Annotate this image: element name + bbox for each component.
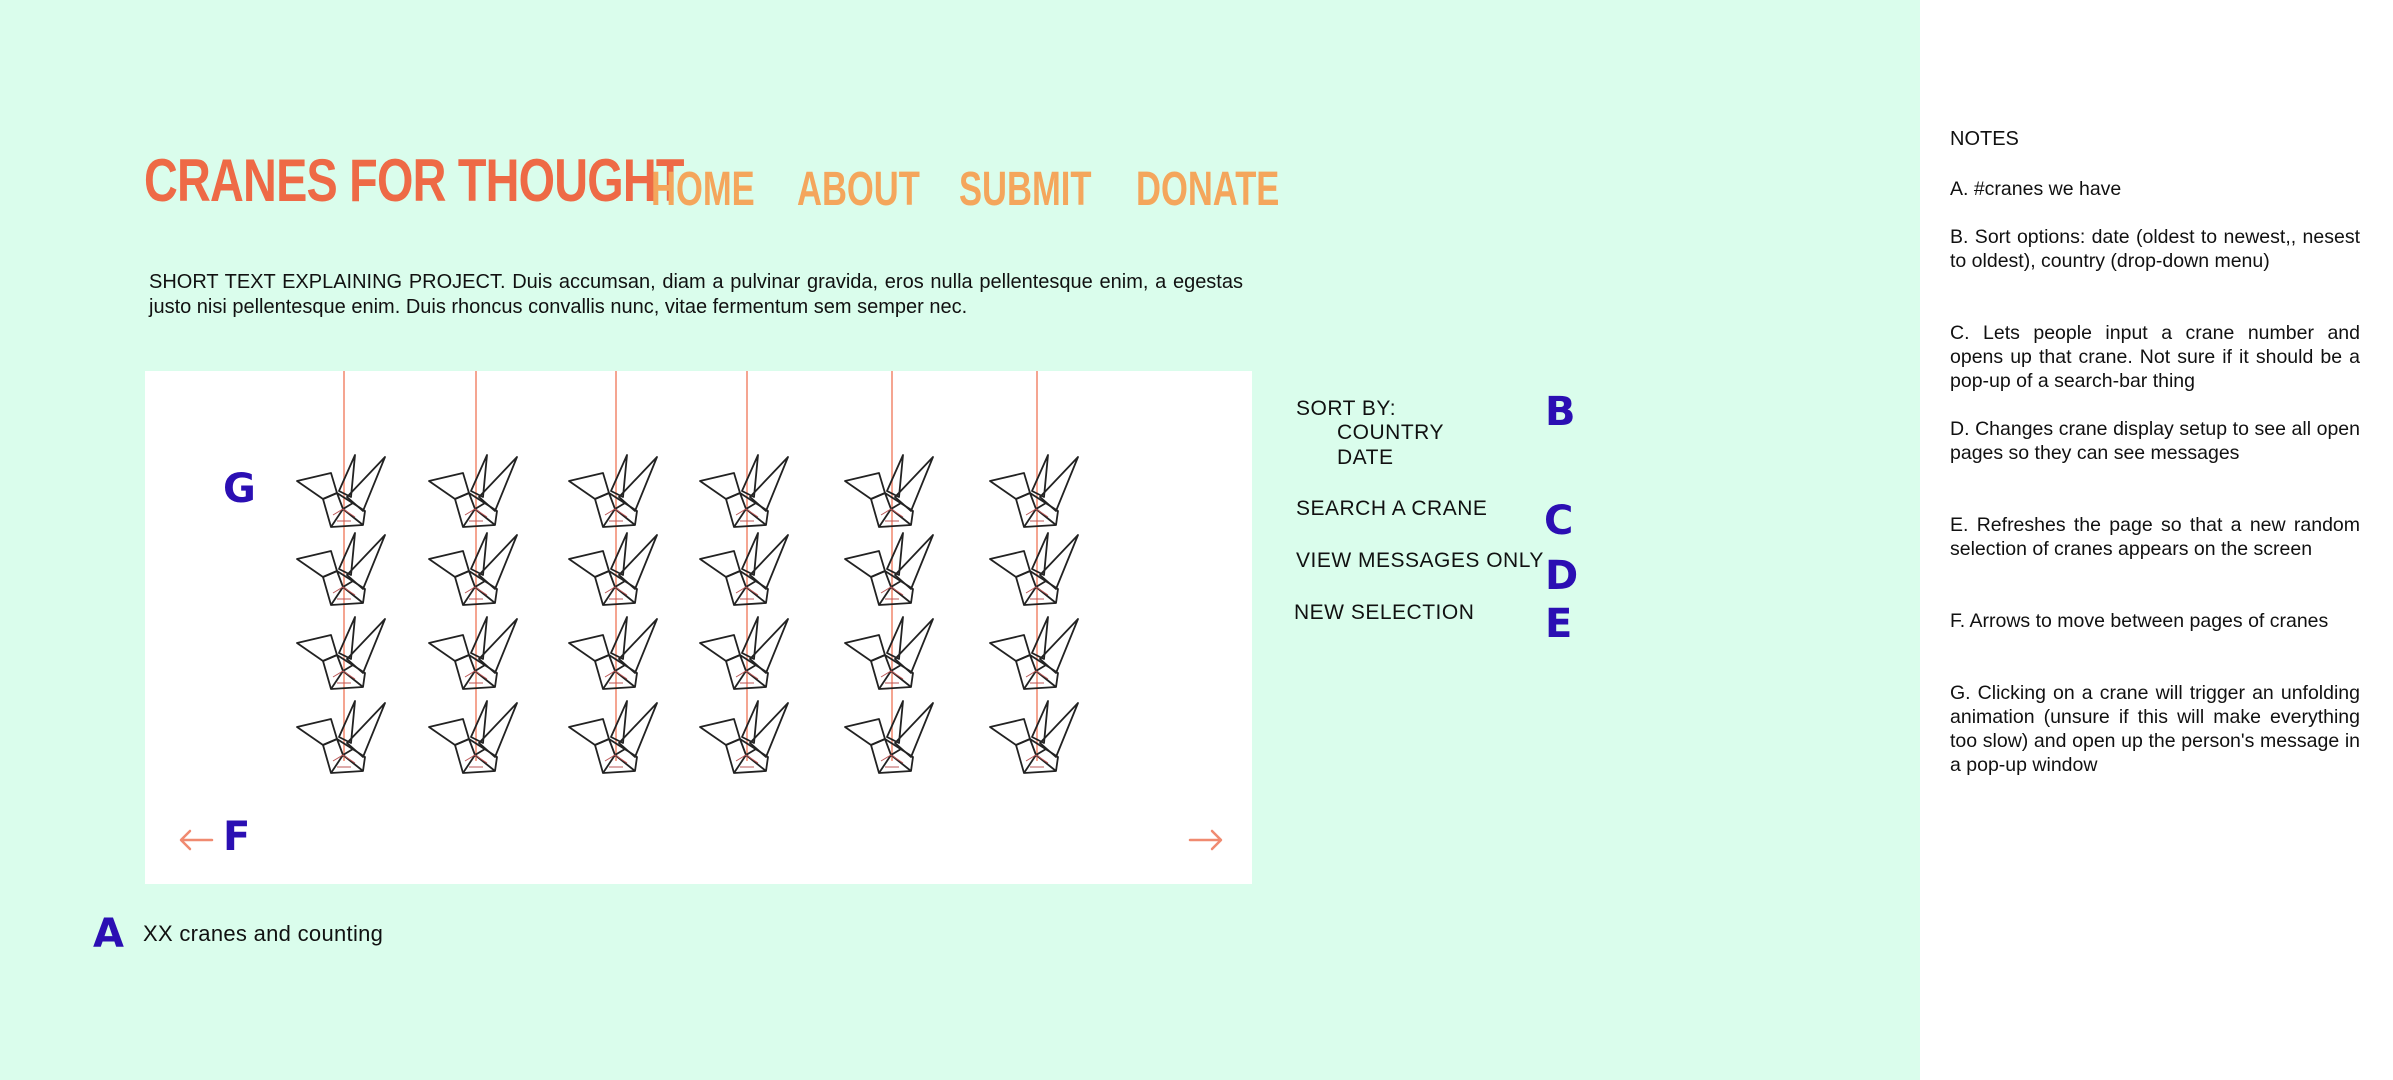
paper-crane-icon[interactable] [293,615,393,699]
note-g: G. Clicking on a crane will trigger an u… [1950,682,2360,776]
paper-crane-icon[interactable] [565,531,665,615]
annotation-c: C [1544,498,1574,544]
paper-crane-icon[interactable] [425,615,525,699]
annotation-g: G [223,466,256,512]
annotation-b: B [1545,389,1576,435]
paper-crane-icon[interactable] [696,531,796,615]
nav-home[interactable]: HOME [651,162,755,217]
paper-crane-icon[interactable] [425,453,525,537]
paper-crane-icon[interactable] [841,531,941,615]
annotation-a: A [93,911,124,957]
view-messages-link[interactable]: VIEW MESSAGES ONLY [1296,549,1544,573]
paper-crane-icon[interactable] [565,699,665,783]
paper-crane-icon[interactable] [293,699,393,783]
nav-donate[interactable]: DONATE [1136,162,1279,217]
search-crane-link[interactable]: SEARCH A CRANE [1296,497,1487,521]
paper-crane-icon[interactable] [565,615,665,699]
note-d: D. Changes crane display setup to see al… [1950,418,2360,464]
site-logo[interactable]: CRANES FOR THOUGHT [144,146,685,215]
paper-crane-icon[interactable] [425,699,525,783]
annotation-e: E [1545,601,1573,647]
note-e: E. Refreshes the page so that a new rand… [1950,514,2360,560]
paper-crane-icon[interactable] [986,531,1086,615]
arrow-right-icon[interactable] [1186,826,1226,854]
note-b: B. Sort options: date (oldest to newest,… [1950,226,2360,272]
notes-heading: NOTES [1950,128,2019,150]
paper-crane-icon[interactable] [425,531,525,615]
note-c: C. Lets people input a crane number and … [1950,322,2360,392]
paper-crane-icon[interactable] [841,615,941,699]
nav-submit[interactable]: SUBMIT [959,162,1091,217]
paper-crane-icon[interactable] [565,453,665,537]
sort-label: SORT BY: [1296,397,1397,420]
paper-crane-icon[interactable] [986,699,1086,783]
note-f: F. Arrows to move between pages of crane… [1950,610,2329,632]
annotation-d: D [1545,553,1579,599]
arrow-left-icon[interactable] [176,826,216,854]
paper-crane-icon[interactable] [841,699,941,783]
crane-gallery [145,371,1252,884]
intro-text: SHORT TEXT EXPLAINING PROJECT. Duis accu… [149,271,1243,318]
annotation-f: F [223,814,251,860]
nav-about[interactable]: ABOUT [797,162,920,217]
paper-crane-icon[interactable] [293,531,393,615]
paper-crane-icon[interactable] [841,453,941,537]
paper-crane-icon[interactable] [696,615,796,699]
note-a: A. #cranes we have [1950,178,2122,200]
paper-crane-icon[interactable] [986,615,1086,699]
paper-crane-icon[interactable] [696,699,796,783]
paper-crane-icon[interactable] [696,453,796,537]
sort-option-date[interactable]: DATE [1337,446,1393,470]
paper-crane-icon[interactable] [293,453,393,537]
paper-crane-icon[interactable] [986,453,1086,537]
crane-counter: XX cranes and counting [143,921,384,946]
sort-option-country[interactable]: COUNTRY [1337,421,1444,445]
new-selection-link[interactable]: NEW SELECTION [1294,601,1474,625]
